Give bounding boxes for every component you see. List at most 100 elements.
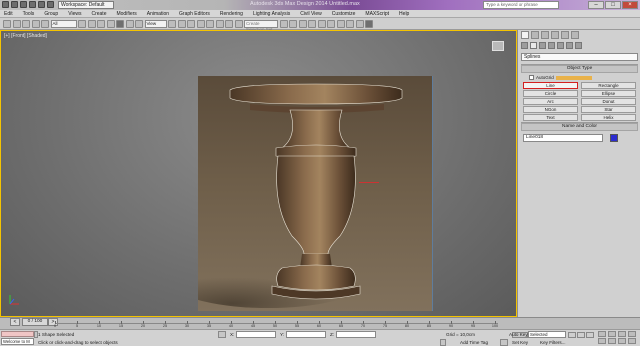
object-type-title[interactable]: Object Type [521,65,638,73]
ellipse-button[interactable]: Ellipse [581,90,636,97]
menu-create[interactable]: Create [91,11,106,17]
menu-graph-editors[interactable]: Graph Editors [179,11,210,17]
line-button[interactable]: Line [523,82,578,89]
go-to-start-icon[interactable] [568,332,576,338]
shapes-icon[interactable] [530,42,537,49]
undo-icon[interactable] [3,19,11,28]
zoom-extents-icon[interactable] [618,331,626,337]
star-button[interactable]: Star [581,106,636,113]
workspace-select[interactable]: Workspace: Default [58,1,114,9]
time-tag-icon[interactable] [440,339,446,346]
snaps-toggle-icon[interactable] [196,19,205,28]
select-by-name-icon[interactable] [87,19,96,28]
angle-snap-icon[interactable] [206,19,214,28]
lock-selection-icon[interactable] [218,331,226,338]
lights-icon[interactable] [539,42,546,49]
rectangular-selection-icon[interactable] [97,19,105,28]
front-viewport[interactable]: [+] [Front] [Shaded] [0,30,517,317]
timeline-track[interactable]: 0 5 10 15 20 25 30 35 40 45 50 55 60 65 70 75 80 85 90 95 10… [54,319,498,329]
modify-tab-icon[interactable] [531,31,539,39]
new-file-icon[interactable] [11,1,18,8]
menu-tools[interactable]: Tools [23,11,35,17]
display-tab-icon[interactable] [561,31,569,39]
edit-named-selection-icon[interactable] [234,19,243,28]
open-file-icon[interactable] [20,1,27,8]
bind-space-warp-icon[interactable] [41,19,49,28]
field-of-view-icon[interactable] [598,338,606,344]
cameras-icon[interactable] [548,42,555,49]
mirror-icon[interactable] [279,19,288,28]
maxscript-listener[interactable]: Welcome to M [1,331,34,345]
name-color-title[interactable]: Name and Color [521,123,638,131]
hierarchy-tab-icon[interactable] [541,31,549,39]
menu-group[interactable]: Group [44,11,58,17]
named-selection-set-select[interactable]: Create Selection Set [244,19,278,32]
schematic-view-icon[interactable] [327,19,335,28]
menu-lighting-analysis[interactable]: Lighting Analysis [253,11,290,17]
y-coordinate-input[interactable] [286,331,326,338]
minimize-button[interactable]: – [588,1,604,9]
menu-edit[interactable]: Edit [4,11,13,17]
donut-button[interactable]: Donut [581,98,636,105]
key-filters-button[interactable]: Key Filters... [540,340,566,345]
set-key-icon[interactable] [500,339,508,346]
key-mode-select[interactable]: Selected [528,331,566,338]
z-coordinate-input[interactable] [336,331,376,338]
set-key-label[interactable]: Set Key [512,340,528,345]
select-scale-icon[interactable] [135,19,143,28]
viewport-label[interactable]: [+] [Front] [Shaded] [4,33,47,39]
redo-icon[interactable] [47,1,54,8]
menu-help[interactable]: Help [399,11,409,17]
menu-views[interactable]: Views [68,11,81,17]
pan-view-icon[interactable] [608,338,616,344]
motion-tab-icon[interactable] [551,31,559,39]
helpers-icon[interactable] [557,42,564,49]
selection-filter-select[interactable]: All [50,19,77,28]
layer-manager-icon[interactable] [298,19,307,28]
prev-frame-button[interactable]: < [10,318,20,326]
orbit-icon[interactable] [618,338,626,344]
create-tab-icon[interactable] [521,31,529,39]
redo-icon[interactable] [12,19,21,28]
frame-counter[interactable]: 0 / 100 [22,318,48,326]
arc-button[interactable]: Arc [523,98,578,105]
align-icon[interactable] [289,19,297,28]
menu-maxscript[interactable]: MAXScript [365,11,389,17]
zoom-extents-all-icon[interactable] [628,331,636,337]
shape-category-select[interactable]: Splines [521,53,638,61]
geometry-icon[interactable] [521,42,528,49]
link-icon[interactable] [22,19,30,28]
menu-civil-view[interactable]: Civil View [300,11,322,17]
maximize-viewport-icon[interactable] [628,338,636,344]
percent-snap-icon[interactable] [215,19,224,28]
close-button[interactable]: × [622,1,638,9]
helix-button[interactable]: Helix [581,114,636,121]
select-object-icon[interactable] [78,19,86,28]
zoom-icon[interactable] [598,331,606,337]
auto-key-label[interactable]: Auto Key [509,332,528,337]
text-button[interactable]: Text [523,114,578,121]
reference-coordinate-select[interactable]: View [144,19,167,28]
search-input[interactable]: Type a keyword or phrase [483,1,559,9]
add-time-tag[interactable]: Add Time Tag [460,340,488,345]
rendered-frame-window-icon[interactable] [355,19,364,28]
menu-animation[interactable]: Animation [147,11,169,17]
save-file-icon[interactable] [29,1,36,8]
play-icon[interactable] [586,332,594,338]
systems-icon[interactable] [575,42,582,49]
select-rotate-icon[interactable] [125,19,134,28]
utilities-tab-icon[interactable] [571,31,579,39]
window-crossing-icon[interactable] [106,19,115,28]
space-warps-icon[interactable] [566,42,573,49]
rectangle-button[interactable]: Rectangle [581,82,636,89]
zoom-all-icon[interactable] [608,331,616,337]
autogrid-checkbox[interactable] [529,75,534,80]
ngon-button[interactable]: NGon [523,106,578,113]
object-color-swatch[interactable] [610,134,619,142]
previous-key-icon[interactable] [577,332,585,338]
circle-button[interactable]: Circle [523,90,578,97]
curve-editor-icon[interactable] [317,19,326,28]
render-setup-icon[interactable] [346,19,354,28]
menu-customize[interactable]: Customize [332,11,356,17]
object-name-input[interactable]: Line018 [523,134,603,142]
